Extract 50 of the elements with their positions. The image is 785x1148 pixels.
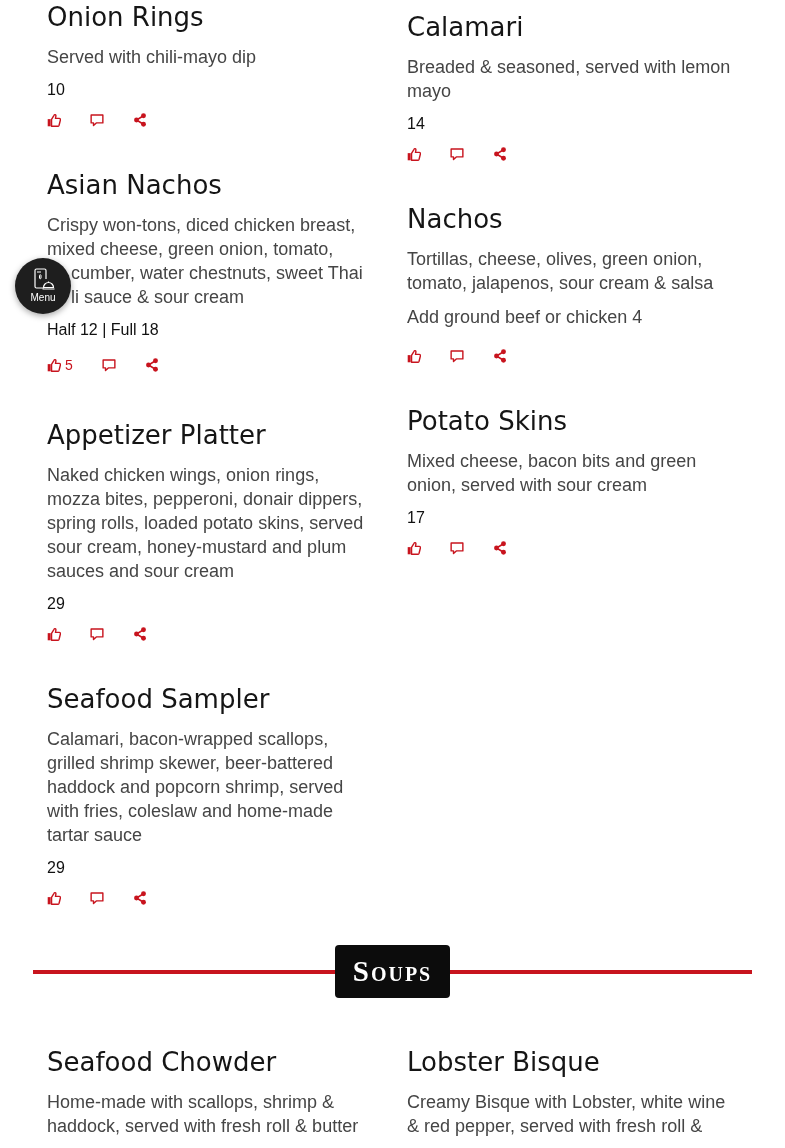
- price-text: 29: [47, 858, 66, 878]
- thumbs-up-icon: [407, 349, 421, 363]
- thumbs-up-icon: [47, 627, 61, 641]
- dish-description: Tortillas, cheese, olives, green onion, tomato, jalapenos, sour cream & salsa: [407, 248, 715, 295]
- price-text: 10: [47, 80, 66, 100]
- section-heading: Soups: [334, 945, 451, 998]
- dish-title: Potato Skins: [407, 405, 568, 438]
- speech-bubble-icon: [90, 627, 104, 641]
- dish-title: Nachos: [407, 203, 504, 236]
- speech-bubble-icon: [450, 349, 464, 363]
- share-icon: [144, 358, 159, 372]
- dish-description: Served with chili-mayo dip: [47, 46, 258, 69]
- price-text: Half 12 | Full 18: [47, 320, 160, 340]
- price-text: 14: [407, 114, 426, 134]
- thumbs-up-icon: [47, 113, 61, 127]
- speech-bubble-icon: [450, 147, 464, 161]
- thumbs-up-icon: [407, 541, 421, 555]
- share-icon: [493, 147, 507, 161]
- dish-description: Naked chicken wings, onion rings, mozza bites, pepperoni, donair dippers, spring rolls, loaded potato skins, served sour cream, honey-mustard and plum sauces and sour cream: [47, 464, 365, 583]
- dish-description: Home-made with scallops, shrimp & haddock, served with fresh roll & butter: [47, 1091, 360, 1138]
- dish-title: Onion Rings: [47, 1, 205, 34]
- dish-title: Asian Nachos: [47, 169, 223, 202]
- share-icon: [133, 113, 147, 127]
- dish-title: Seafood Sampler: [47, 683, 271, 716]
- dish-description: Breaded & seasoned, served with lemon mayo: [407, 56, 732, 103]
- thumbs-up-icon: [47, 891, 61, 905]
- speech-bubble-icon: [101, 358, 116, 372]
- price-text: 29: [47, 594, 66, 614]
- share-icon: [493, 541, 507, 555]
- note-text: Add ground beef or chicken 4: [407, 306, 644, 329]
- speech-bubble-icon: [90, 113, 104, 127]
- dish-description: Mixed cheese, bacon bits and green onion, served with sour cream: [407, 450, 698, 497]
- dish-description: Creamy Bisque with Lobster, white wine & red pepper, served with fresh roll &: [407, 1091, 727, 1138]
- share-icon: [133, 891, 147, 905]
- speech-bubble-icon: [90, 891, 104, 905]
- dish-title: Lobster Bisque: [407, 1046, 601, 1079]
- thumbs-up-icon: [47, 358, 61, 372]
- like-button[interactable]: 5: [40, 354, 80, 376]
- dish-description: Calamari, bacon-wrapped scallops, grilled shrimp skewer, beer-battered haddock and popcorn shrimp, served with fries, coleslaw and home-made tartar sauce: [47, 728, 345, 847]
- share-icon: [493, 349, 507, 363]
- dish-title: Seafood Chowder: [47, 1046, 278, 1079]
- thumbs-up-icon: [407, 147, 421, 161]
- dish-title: Calamari: [407, 11, 525, 44]
- menu-button[interactable]: Menu: [15, 258, 71, 314]
- phone-cloche-icon: [31, 268, 55, 292]
- speech-bubble-icon: [450, 541, 464, 555]
- dish-description: cumber, water chestnuts, sweet Thai li sauce & sour cream: [71, 262, 364, 309]
- dish-title: Appetizer Platter: [47, 419, 267, 452]
- share-icon: [133, 627, 147, 641]
- price-text: 17: [407, 508, 426, 528]
